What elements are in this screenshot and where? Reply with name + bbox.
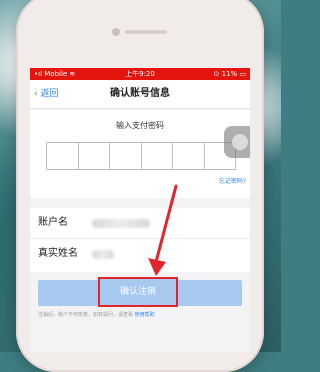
pin-cell[interactable] [47, 143, 79, 169]
confirm-button-bar[interactable]: 确认注销 [38, 277, 242, 307]
account-name-label: 账户名 [38, 217, 68, 228]
pin-cell[interactable] [110, 143, 142, 169]
pin-input[interactable] [46, 142, 236, 170]
account-name-row: 账户名 [30, 208, 250, 238]
speaker-grille [125, 30, 167, 34]
payment-password-label: 输入支付密码 [116, 121, 164, 130]
navigation-bar: ‹ 返回 确认账号信息 [30, 80, 250, 109]
forgot-password-link[interactable]: 忘记密码? [219, 176, 246, 185]
battery-indicator: ⊙ 11% ▭ [213, 70, 247, 78]
account-name-value-blurred [92, 219, 150, 228]
confirm-cancel-button[interactable]: 确认注销 [98, 277, 178, 307]
assistive-touch-button[interactable] [224, 126, 250, 158]
status-bar: •ıl Mobile ≋ 上午9:20 ⊙ 11% ▭ [30, 68, 250, 80]
account-info-section: 账户名 真实姓名 [30, 208, 250, 272]
real-name-label: 真实姓名 [38, 248, 78, 259]
real-name-row: 真实姓名 [30, 238, 250, 269]
phone-screen: •ıl Mobile ≋ 上午9:20 ⊙ 11% ▭ ‹ 返回 确认账号信息 … [30, 68, 250, 352]
payment-password-section: 输入支付密码 忘记密码? [30, 110, 250, 198]
pin-cell[interactable] [79, 143, 110, 169]
footer-note-text: 注销后，账户不可恢复，如有疑问，请查看 [38, 312, 134, 318]
pin-cell[interactable] [173, 143, 205, 169]
front-camera [112, 28, 120, 36]
page-title: 确认账号信息 [110, 88, 170, 99]
real-name-value-blurred [92, 250, 114, 259]
help-link[interactable]: 使用帮助 [135, 312, 155, 318]
pin-cell[interactable] [142, 143, 173, 169]
footer-note: 注销后，账户不可恢复，如有疑问，请查看 使用帮助 [38, 311, 155, 318]
